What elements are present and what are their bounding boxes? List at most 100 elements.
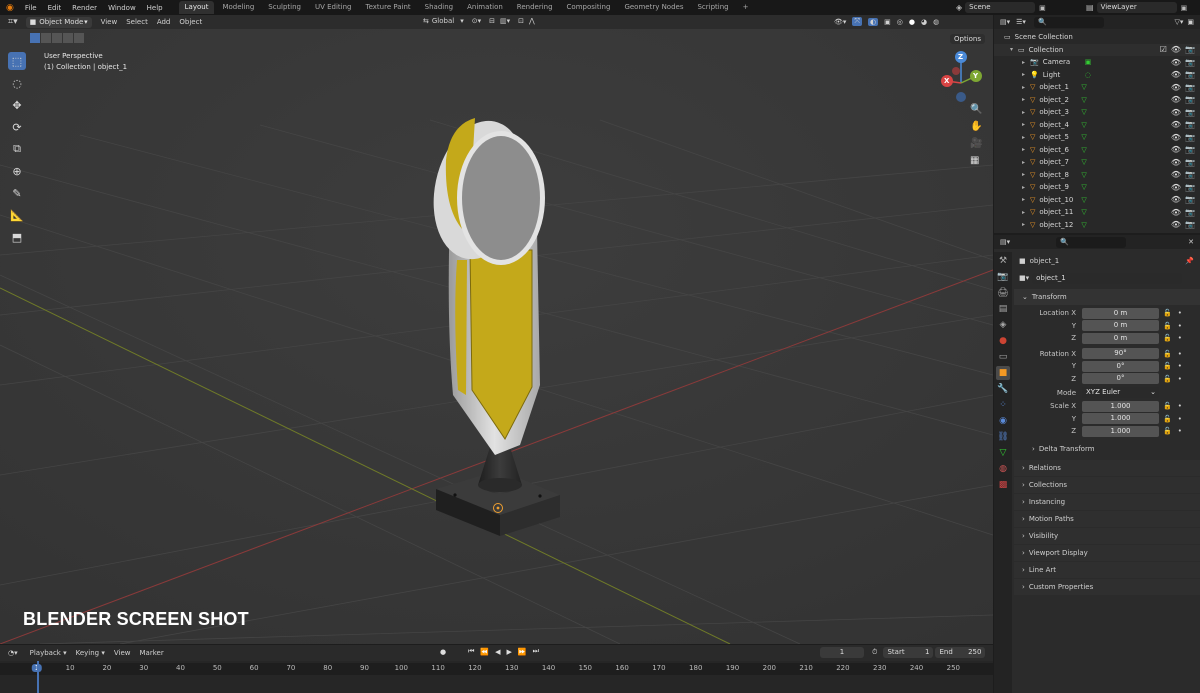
object-name-field[interactable]: object_1	[1032, 272, 1183, 284]
panel-header-custom-properties[interactable]: › Custom Properties	[1014, 578, 1200, 595]
jump-end-icon[interactable]: ⏭	[533, 647, 539, 656]
expand-triangle-icon[interactable]: ▸	[1022, 196, 1030, 203]
outliner-editor-icon[interactable]: ▤▾	[1000, 18, 1010, 26]
rotation-z-field[interactable]: 0°	[1082, 373, 1159, 385]
mode-selector[interactable]: ■ Object Mode ▾	[25, 16, 92, 28]
panel-header-instancing[interactable]: › Instancing	[1014, 493, 1200, 510]
rotation-x-field[interactable]: 90°	[1082, 348, 1159, 360]
expand-triangle-icon[interactable]: ▸	[1022, 134, 1030, 141]
tab-scripting[interactable]: Scripting	[691, 1, 734, 14]
tree-scene-collection[interactable]: ▭ Scene Collection	[994, 31, 1200, 44]
expand-triangle-icon[interactable]: ▸	[1022, 96, 1030, 103]
playhead-line[interactable]	[37, 661, 39, 693]
camera-icon[interactable]: 📷	[1185, 145, 1195, 154]
grid-perspective-icon[interactable]: ▦	[970, 155, 982, 166]
keyframe-dot-icon[interactable]: •	[1178, 362, 1182, 370]
current-frame-field[interactable]: 1	[820, 647, 864, 658]
eye-icon[interactable]: 👁	[1171, 133, 1181, 142]
expand-triangle-icon[interactable]: ▸	[1022, 109, 1030, 116]
tree-item[interactable]: ▸ ▽ object_5 ▽ 👁 📷	[994, 131, 1200, 144]
texture-tab-icon[interactable]: ▩	[996, 478, 1010, 492]
expand-triangle-icon[interactable]: ▸	[1022, 84, 1030, 91]
physics-tab-icon[interactable]: ◉	[996, 414, 1010, 428]
scale-tool-icon[interactable]: ⧉	[8, 140, 26, 158]
view-layer-tab-icon[interactable]: ▤	[996, 302, 1010, 316]
scene-browse-icon[interactable]: ▣	[1039, 4, 1046, 12]
add-cube-tool-icon[interactable]: ⬒	[8, 228, 26, 246]
new-collection-icon[interactable]: ▣	[1187, 18, 1194, 26]
scene-tab-icon[interactable]: ◈	[996, 318, 1010, 332]
record-icon[interactable]: ●	[440, 648, 446, 656]
expand-triangle-icon[interactable]: ▸	[1022, 146, 1030, 153]
clock-icon[interactable]: ⏱	[872, 648, 877, 657]
camera-icon[interactable]: 📷	[1185, 170, 1195, 179]
select-box-tool-icon[interactable]: ⬚	[8, 52, 26, 70]
properties-editor-icon[interactable]: ▤▾	[1000, 238, 1010, 246]
play-reverse-icon[interactable]: ◀	[495, 648, 500, 656]
tree-item[interactable]: ▸ ▽ object_11 ▽ 👁 📷	[994, 206, 1200, 219]
eye-icon[interactable]: 👁	[1171, 220, 1181, 229]
object-tab-icon[interactable]: ■	[996, 366, 1010, 380]
orientation-field[interactable]: Global	[432, 17, 454, 25]
camera-icon[interactable]: 📷	[1185, 220, 1195, 229]
panel-header-viewport-display[interactable]: › Viewport Display	[1014, 544, 1200, 561]
timeline-editor-icon[interactable]: ◔▾	[8, 649, 18, 657]
rendered-shading-icon[interactable]: ◍	[933, 18, 939, 26]
tab-shading[interactable]: Shading	[419, 1, 459, 14]
zoom-icon[interactable]: 🔍	[970, 104, 982, 115]
menu-marker[interactable]: Marker	[140, 649, 164, 657]
tab-animation[interactable]: Animation	[461, 1, 509, 14]
tab-geometry-nodes[interactable]: Geometry Nodes	[618, 1, 689, 14]
camera-icon[interactable]: 📷	[1185, 120, 1195, 129]
menu-render[interactable]: Render	[72, 4, 97, 12]
scale-x-field[interactable]: 1.000	[1082, 400, 1159, 412]
output-tab-icon[interactable]: 🖨	[996, 286, 1010, 300]
material-tab-icon[interactable]: ◍	[996, 462, 1010, 476]
tab-texture-paint[interactable]: Texture Paint	[360, 1, 417, 14]
lock-icon[interactable]: 🔓	[1163, 375, 1172, 383]
tree-collection[interactable]: ▾ ▭ Collection ☑ 👁 📷	[994, 43, 1200, 56]
lock-icon[interactable]: 🔓	[1163, 322, 1172, 330]
tree-item[interactable]: ▸ ▽ object_3 ▽ 👁 📷	[994, 106, 1200, 119]
menu-file[interactable]: File	[25, 4, 37, 12]
scale-z-field[interactable]: 1.000	[1082, 425, 1159, 437]
add-workspace-button[interactable]: +	[737, 1, 755, 14]
wireframe-shading-icon[interactable]: ◎	[897, 18, 903, 26]
view-layer-browse-icon[interactable]: ▣	[1181, 4, 1188, 12]
panel-header-relations[interactable]: › Relations	[1014, 459, 1200, 476]
blender-logo-icon[interactable]: ◉	[6, 3, 14, 13]
eye-icon[interactable]: 👁	[1171, 183, 1181, 192]
camera-icon[interactable]: 📷	[1185, 95, 1195, 104]
tree-item[interactable]: ▸ ▽ object_7 ▽ 👁 📷	[994, 156, 1200, 169]
modifier-tab-icon[interactable]: 🔧	[996, 382, 1010, 396]
expand-triangle-icon[interactable]: ▸	[1022, 121, 1030, 128]
menu-view[interactable]: View	[101, 18, 118, 26]
lock-icon[interactable]: 🔓	[1163, 309, 1172, 317]
gizmo-z-label[interactable]: Z	[958, 53, 963, 61]
eye-icon[interactable]: 👁	[1171, 195, 1181, 204]
camera-icon[interactable]: 📷	[1185, 195, 1195, 204]
falloff-icon[interactable]: ⋀	[529, 17, 535, 25]
visibility-icon[interactable]: 👁▾	[834, 18, 846, 26]
expand-triangle-icon[interactable]: ▸	[1022, 159, 1030, 166]
jump-start-icon[interactable]: ⏮	[468, 647, 474, 656]
eye-icon[interactable]: 👁	[1171, 120, 1181, 129]
select-new-icon[interactable]	[30, 33, 40, 43]
timeline-track-area[interactable]	[0, 661, 993, 693]
close-icon[interactable]: ✕	[1188, 238, 1194, 246]
keyframe-dot-icon[interactable]: •	[1178, 402, 1182, 410]
view-layer-icon[interactable]: ▤	[1086, 3, 1094, 12]
3d-viewport[interactable]	[0, 15, 993, 644]
menu-object[interactable]: Object	[179, 18, 202, 26]
menu-edit[interactable]: Edit	[48, 4, 62, 12]
expand-triangle-icon[interactable]: ▸	[1022, 209, 1030, 216]
expand-triangle-icon[interactable]: ▸	[1022, 59, 1030, 66]
expand-triangle-icon[interactable]: ▾	[1010, 46, 1018, 53]
rotation-y-field[interactable]: 0°	[1082, 360, 1159, 372]
tree-item[interactable]: ▸ 📷 Camera ▣ 👁 📷	[994, 56, 1200, 69]
snap-target-icon[interactable]: ▥▾	[500, 17, 510, 25]
end-frame-field[interactable]: End 250	[935, 647, 986, 658]
camera-icon[interactable]: 📷	[1185, 108, 1195, 117]
tab-compositing[interactable]: Compositing	[561, 1, 617, 14]
gizmo-y-label[interactable]: Y	[973, 72, 978, 80]
